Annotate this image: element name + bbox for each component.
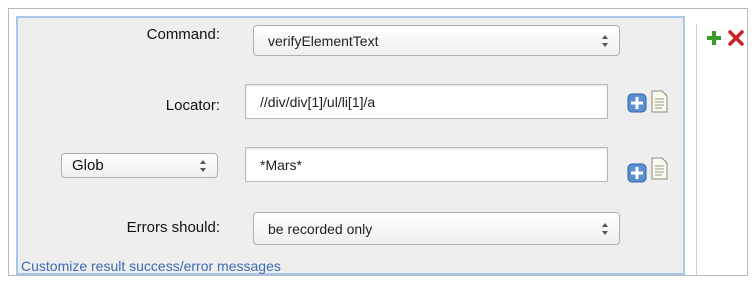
locator-input[interactable]: //div/div[1]/ul/li[1]/a	[245, 84, 608, 119]
locator-value: //div/div[1]/ul/li[1]/a	[260, 93, 376, 110]
close-x-icon[interactable]	[728, 30, 744, 46]
pattern-input[interactable]: *Mars*	[245, 147, 608, 182]
updown-arrows-icon	[199, 159, 207, 173]
updown-arrows-icon	[601, 222, 609, 236]
match-type-value: Glob	[72, 157, 104, 174]
pattern-value: *Mars*	[260, 156, 303, 173]
match-type-select[interactable]: Glob	[61, 153, 218, 178]
updown-arrows-icon	[601, 34, 609, 48]
command-value: verifyElementText	[268, 32, 379, 49]
customize-messages-link[interactable]: Customize result success/error messages	[21, 258, 281, 274]
document-icon[interactable]	[649, 157, 669, 181]
document-icon[interactable]	[649, 90, 669, 114]
errors-value: be recorded only	[268, 220, 373, 237]
command-select[interactable]: verifyElementText	[253, 25, 620, 56]
plus-square-icon[interactable]	[627, 163, 647, 187]
plus-icon[interactable]	[706, 30, 722, 46]
errors-label: Errors should:	[126, 219, 220, 236]
divider	[696, 24, 697, 276]
errors-select[interactable]: be recorded only	[253, 212, 620, 245]
command-label: Command:	[146, 26, 220, 43]
locator-label: Locator:	[165, 97, 220, 114]
plus-square-icon[interactable]	[627, 93, 647, 117]
